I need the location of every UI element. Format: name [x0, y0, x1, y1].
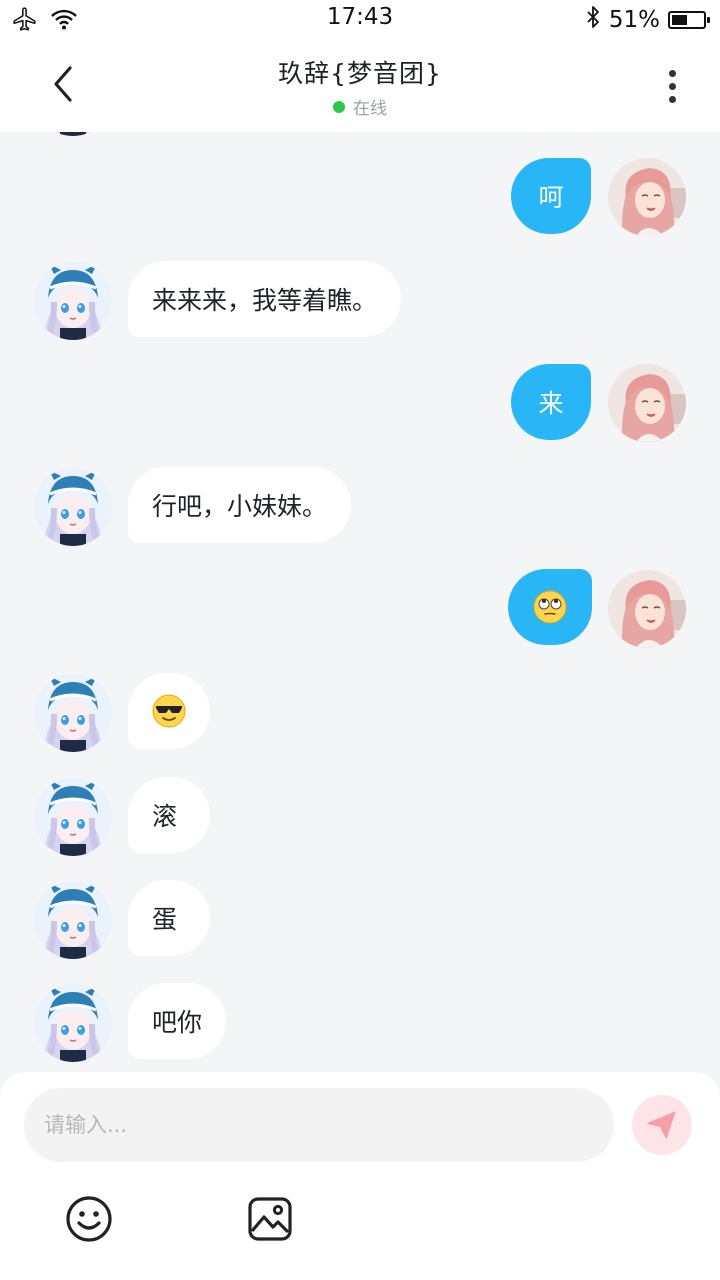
image-button[interactable]: [245, 1194, 295, 1244]
portrait-photo-icon: [608, 570, 686, 648]
message-text: 蛋: [152, 905, 178, 934]
input-panel: [0, 1072, 720, 1280]
message-bubble-outgoing[interactable]: [508, 569, 592, 645]
more-dot: [668, 82, 676, 90]
message-text: 来: [538, 389, 564, 418]
rolling-eyes-emoji: [533, 590, 567, 624]
my-avatar[interactable]: [608, 158, 686, 236]
message-bubble-incoming[interactable]: [128, 673, 210, 749]
my-avatar[interactable]: [608, 364, 686, 442]
chat-area[interactable]: 呵 来来来，我等着瞧。 来 行吧，小妹妹。 滚 蛋 吧你: [0, 132, 720, 1072]
chat-header: 玖辞{梦音团} 在线: [0, 38, 720, 132]
anime-portrait-icon: [34, 468, 112, 546]
online-status-label: 在线: [353, 99, 387, 119]
message-text: 来来来，我等着瞧。: [152, 286, 378, 315]
portrait-photo-icon: [608, 364, 686, 442]
status-right: 51%: [585, 5, 710, 35]
message-text: 呵: [538, 183, 564, 212]
message-text: 滚: [152, 802, 178, 831]
message-bubble-outgoing[interactable]: 呵: [511, 158, 591, 234]
contact-avatar[interactable]: [34, 881, 112, 959]
message-input[interactable]: [24, 1088, 614, 1162]
emoji-icon: [66, 1196, 112, 1242]
more-dot: [668, 95, 676, 103]
battery-level: [672, 15, 687, 25]
online-status: 在线: [0, 94, 720, 119]
more-vertical-icon: [668, 69, 676, 77]
status-bar: 17:43 51%: [0, 0, 720, 38]
emoji-button[interactable]: [64, 1194, 114, 1244]
message-bubble-incoming[interactable]: 来来来，我等着瞧。: [128, 261, 402, 337]
anime-portrait-icon: [34, 262, 112, 340]
contact-avatar[interactable]: [34, 674, 112, 752]
message-text: 行吧，小妹妹。: [152, 492, 328, 521]
online-dot-icon: [333, 100, 345, 113]
message-bubble-incoming[interactable]: 滚: [128, 777, 210, 853]
message-bubble-incoming[interactable]: 蛋: [128, 880, 210, 956]
portrait-photo-icon: [608, 158, 686, 236]
anime-portrait-icon: [34, 984, 112, 1062]
more-button[interactable]: [652, 66, 692, 106]
message-bubble-incoming[interactable]: 吧你: [128, 983, 227, 1059]
back-button[interactable]: [40, 58, 88, 110]
message-bubble-incoming[interactable]: 行吧，小妹妹。: [128, 467, 352, 543]
anime-portrait-icon: [34, 674, 112, 752]
send-icon: [647, 1111, 676, 1139]
sunglasses-emoji: [152, 694, 186, 728]
anime-portrait-icon: [34, 881, 112, 959]
contact-avatar[interactable]: [34, 468, 112, 546]
contact-name: 玖辞{梦音团}: [278, 59, 442, 88]
battery-percent: 51%: [608, 7, 660, 33]
bluetooth-icon: [585, 5, 601, 35]
my-avatar[interactable]: [608, 570, 686, 648]
contact-avatar[interactable]: [34, 132, 112, 136]
contact-avatar[interactable]: [34, 984, 112, 1062]
anime-portrait-icon: [34, 132, 112, 136]
send-button[interactable]: [632, 1095, 692, 1155]
message-text: 吧你: [152, 1008, 203, 1037]
image-icon: [248, 1197, 292, 1241]
anime-portrait-icon: [34, 778, 112, 856]
battery-icon: [668, 11, 710, 29]
contact-avatar[interactable]: [34, 262, 112, 340]
back-arrow-icon: [54, 66, 72, 102]
message-bubble-outgoing[interactable]: 来: [511, 364, 591, 440]
title-block: 玖辞{梦音团} 在线: [0, 54, 720, 119]
contact-avatar[interactable]: [34, 778, 112, 856]
